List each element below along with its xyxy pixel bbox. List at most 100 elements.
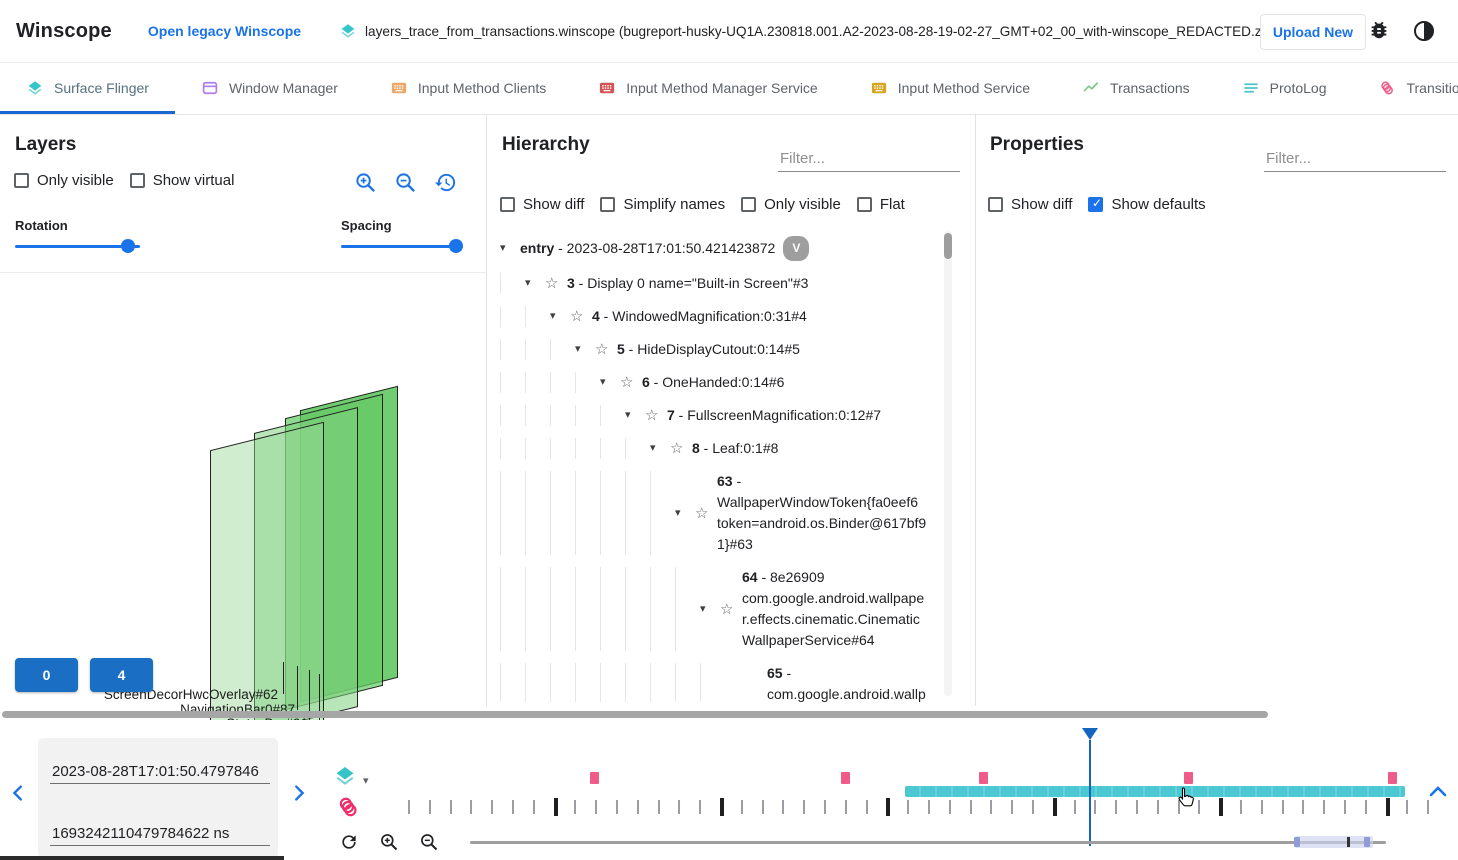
upload-new-button[interactable]: Upload New [1260, 14, 1366, 50]
checkbox-box[interactable] [130, 173, 145, 188]
chevron-down-icon[interactable]: ▾ [363, 774, 369, 787]
tree-node-64[interactable]: ▾☆64 - 8e26909 com.google.android.wallpa… [500, 561, 944, 657]
transition-marker[interactable] [979, 772, 988, 784]
checkbox-show-diff[interactable]: Show diff [988, 196, 1072, 213]
range-handle-left[interactable] [1294, 837, 1300, 847]
chevron-down-icon[interactable]: ▾ [575, 339, 595, 360]
sf-trace-bar[interactable] [905, 786, 1406, 797]
tab-transactions[interactable]: Transactions [1056, 62, 1216, 114]
chevron-down-icon[interactable]: ▾ [525, 273, 545, 294]
tab-input-method-clients[interactable]: Input Method Clients [364, 62, 572, 114]
chevron-down-icon[interactable]: ▾ [700, 599, 720, 620]
chevron-down-icon[interactable]: ▾ [675, 503, 695, 524]
checkbox-box[interactable] [14, 173, 29, 188]
ns-time-input[interactable] [50, 822, 270, 846]
tree-node-5[interactable]: ▾☆5 - HideDisplayCutout:0:14#5 [500, 333, 944, 366]
tree-node-65[interactable]: ▾☆65 - com.google.android.wallpaper.effe… [500, 657, 944, 702]
checkbox-box[interactable] [600, 197, 615, 212]
rotation-slider-thumb[interactable] [121, 239, 135, 253]
checkbox-box[interactable] [1088, 197, 1103, 212]
star-icon[interactable]: ☆ [620, 372, 642, 393]
star-icon[interactable]: ☆ [720, 599, 742, 620]
transition-marker[interactable] [1388, 772, 1397, 784]
dark-mode-toggle-icon[interactable] [1412, 19, 1436, 43]
zoom-in-icon[interactable] [354, 171, 377, 199]
indent-guide [500, 372, 525, 393]
tree-node-7[interactable]: ▾☆7 - FullscreenMagnification:0:12#7 [500, 399, 944, 432]
human-time-input[interactable] [50, 760, 270, 784]
properties-filter-input[interactable] [1264, 146, 1446, 172]
indent-guide [525, 663, 550, 702]
checkbox-box[interactable] [988, 197, 1003, 212]
chevron-down-icon[interactable]: ▾ [550, 306, 570, 327]
tab-surface-flinger[interactable]: Surface Flinger [0, 62, 175, 114]
hierarchy-filter-input[interactable] [778, 146, 960, 172]
layer-id-button-0[interactable]: 0 [15, 658, 78, 692]
rotation-slider[interactable] [15, 239, 140, 253]
transitions-trace-toggle-icon[interactable] [335, 794, 361, 820]
checkbox-show-virtual[interactable]: Show virtual [130, 172, 235, 189]
star-icon[interactable]: ☆ [545, 273, 567, 294]
bottom-edge-strip [0, 856, 284, 860]
checkbox-simplify-names[interactable]: Simplify names [600, 196, 725, 213]
spacing-slider[interactable] [341, 239, 463, 253]
timestamp-box [38, 738, 278, 858]
tab-protolog[interactable]: ProtoLog [1216, 62, 1353, 114]
checkbox-box[interactable] [500, 197, 515, 212]
chevron-down-icon[interactable]: ▾ [650, 438, 670, 459]
open-legacy-winscope-link[interactable]: Open legacy Winscope [148, 23, 301, 39]
chevron-left-icon[interactable] [8, 782, 30, 804]
hierarchy-scrollbar-track[interactable] [944, 231, 952, 696]
checkbox-only-visible[interactable]: Only visible [741, 196, 841, 213]
hierarchy-scrollbar-thumb[interactable] [944, 233, 952, 259]
tree-node-4[interactable]: ▾☆4 - WindowedMagnification:0:31#4 [500, 300, 944, 333]
chevron-down-icon[interactable]: ▾ [625, 405, 645, 426]
tab-input-method-service[interactable]: Input Method Service [844, 62, 1056, 114]
bug-report-icon[interactable] [1368, 19, 1392, 43]
spacing-slider-thumb[interactable] [449, 239, 463, 253]
tree-node-63[interactable]: ▾☆63 - WallpaperWindowToken{fa0eef6 toke… [500, 465, 944, 561]
chevron-up-icon[interactable] [1428, 784, 1448, 798]
spacing-slider-track[interactable] [341, 245, 463, 248]
range-handle-right[interactable] [1364, 837, 1370, 847]
timeline-cursor-handle[interactable] [1082, 728, 1098, 740]
transition-marker[interactable] [841, 772, 850, 784]
checkbox-show-defaults[interactable]: Show defaults [1088, 196, 1205, 213]
checkbox-box[interactable] [857, 197, 872, 212]
tree-node-6[interactable]: ▾☆6 - OneHanded:0:14#6 [500, 366, 944, 399]
tab-input-method-manager-service[interactable]: Input Method Manager Service [572, 62, 843, 114]
tree-node-8[interactable]: ▾☆8 - Leaf:0:1#8 [500, 432, 944, 465]
indent-guide [650, 663, 675, 702]
checkbox-only-visible[interactable]: Only visible [14, 172, 114, 189]
reset-view-history-icon[interactable] [434, 171, 457, 199]
timeline-range-selection[interactable] [1295, 836, 1373, 848]
star-icon[interactable]: ☆ [645, 405, 667, 426]
layer-id-button-4[interactable]: 4 [90, 658, 153, 692]
timeline-range-track[interactable] [470, 841, 1386, 844]
transition-marker[interactable] [590, 772, 599, 784]
zoom-out-icon[interactable] [394, 171, 417, 199]
horizontal-scrollbar[interactable] [2, 711, 1268, 718]
checkbox-box[interactable] [741, 197, 756, 212]
chevron-down-icon[interactable]: ▾ [600, 372, 620, 393]
timeline-zoom-out-icon[interactable] [419, 832, 439, 852]
tree-node-label: entry - 2023-08-28T17:01:50.421423872V [520, 236, 944, 261]
timeline-zoom-in-icon[interactable] [379, 832, 399, 852]
chevron-down-icon[interactable]: ▾ [500, 238, 520, 259]
checkbox-show-diff[interactable]: Show diff [500, 196, 584, 213]
tree-node-entry[interactable]: ▾entry - 2023-08-28T17:01:50.421423872V [500, 230, 944, 267]
star-icon[interactable]: ☆ [670, 438, 692, 459]
star-icon[interactable]: ☆ [570, 306, 592, 327]
star-icon[interactable]: ☆ [695, 503, 717, 524]
refresh-icon[interactable] [339, 832, 359, 852]
chevron-right-icon[interactable] [288, 782, 310, 804]
checkbox-label: Show diff [523, 196, 584, 213]
layers-trace-toggle-icon[interactable] [333, 764, 357, 788]
tab-transitions[interactable]: Transitions [1352, 62, 1458, 114]
checkbox-flat[interactable]: Flat [857, 196, 905, 213]
timeline-ruler[interactable] [408, 770, 1434, 820]
tab-window-manager[interactable]: Window Manager [175, 62, 364, 114]
transition-marker[interactable] [1184, 772, 1193, 784]
star-icon[interactable]: ☆ [595, 339, 617, 360]
tree-node-3[interactable]: ▾☆3 - Display 0 name="Built-in Screen"#3 [500, 267, 944, 300]
